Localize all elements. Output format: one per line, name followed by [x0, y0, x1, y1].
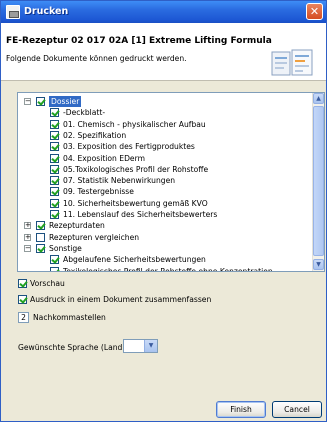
- scroll-up-button[interactable]: ▲: [313, 93, 324, 104]
- tree-item-checkbox[interactable]: [36, 243, 45, 253]
- tree-item-label: Abgelaufene Sicherheitsbewertungen: [63, 255, 206, 265]
- tree-item-checkbox[interactable]: [36, 97, 45, 106]
- tree-item-checkbox[interactable]: [50, 266, 59, 271]
- tree-item-checkbox[interactable]: [50, 108, 59, 118]
- dialog-header: FE-Rezeptur 02 017 02A [1] Extreme Lifti…: [1, 23, 326, 81]
- combine-checkbox[interactable]: [18, 295, 27, 304]
- finish-button[interactable]: Finish: [216, 401, 266, 418]
- tree-item[interactable]: 05.Toxikologisches Profil der Rohstoffe: [18, 164, 310, 175]
- title-bar[interactable]: Drucken ✕: [1, 1, 326, 23]
- tree-item-checkbox[interactable]: [36, 221, 45, 231]
- tree-item[interactable]: -Deckblatt-: [18, 107, 310, 118]
- print-dialog: Drucken ✕ FE-Rezeptur 02 017 02A [1] Ext…: [0, 0, 327, 422]
- tree-item-label: 07. Statistik Nebenwirkungen: [63, 176, 176, 186]
- tree-item-checkbox[interactable]: [50, 142, 59, 152]
- tree-item-checkbox[interactable]: [50, 176, 59, 186]
- tree-item[interactable]: 07. Statistik Nebenwirkungen: [18, 175, 310, 186]
- scroll-thumb[interactable]: [313, 106, 324, 256]
- tree-item-label: Rezepturdaten: [49, 221, 105, 231]
- tree-item-checkbox[interactable]: [36, 232, 45, 242]
- tree-item[interactable]: 09. Testergebnisse: [18, 186, 310, 197]
- document-tree[interactable]: Toxikologisches Profil der Rohstoffe ohn…: [17, 92, 325, 272]
- combine-label: Ausdruck in einem Dokument zusammenfasse…: [30, 295, 212, 304]
- tree-item[interactable]: 11. Lebenslauf des Sicherheitsbewerters: [18, 209, 310, 220]
- tree-item[interactable]: + Rezepturdaten: [18, 220, 310, 231]
- tree-item-checkbox[interactable]: [50, 153, 59, 163]
- tree-item-label: Sonstige: [49, 243, 82, 253]
- tree-item[interactable]: Abgelaufene Sicherheitsbewertungen: [18, 254, 310, 265]
- tree-item[interactable]: 03. Exposition des Fertigproduktes: [18, 141, 310, 152]
- tree-item[interactable]: 02. Spezifikation: [18, 130, 310, 141]
- tree-item[interactable]: − Dossier: [18, 96, 310, 107]
- tree-item[interactable]: 10. Sicherheitsbewertung gemäß KVO: [18, 198, 310, 209]
- tree-item-label: 05.Toxikologisches Profil der Rohstoffe: [63, 164, 209, 174]
- collapse-icon[interactable]: −: [24, 98, 31, 105]
- decimals-spinner[interactable]: 2: [18, 312, 29, 323]
- scroll-down-button[interactable]: ▼: [313, 259, 324, 270]
- tree-item[interactable]: Toxikologisches Profil der Rohstoffe ohn…: [18, 266, 310, 272]
- cancel-button[interactable]: Cancel: [272, 401, 322, 418]
- tree-item-label: Toxikologisches Profil der Rohstoffe ohn…: [63, 266, 273, 272]
- tree-scrollbar[interactable]: ▲ ▼: [312, 93, 324, 271]
- expand-icon[interactable]: +: [24, 222, 31, 230]
- preview-label: Vorschau: [30, 279, 65, 288]
- header-description: Folgende Dokumente können gedruckt werde…: [6, 54, 187, 63]
- tree-item-label: Rezepturen vergleichen: [49, 232, 140, 242]
- tree-item-checkbox[interactable]: [50, 164, 59, 174]
- window-title: Drucken: [24, 6, 69, 17]
- tree-item-label: -Deckblatt-: [63, 108, 106, 118]
- tree-item-label: 09. Testergebnisse: [63, 187, 134, 197]
- language-select[interactable]: ▼: [123, 339, 158, 353]
- tree-item-checkbox[interactable]: [50, 130, 59, 140]
- preview-checkbox[interactable]: [18, 279, 27, 288]
- expand-icon[interactable]: +: [24, 233, 31, 241]
- tree-item-label: 10. Sicherheitsbewertung gemäß KVO: [63, 198, 208, 208]
- tree-item-label: 01. Chemisch - physikalischer Aufbau: [63, 119, 206, 129]
- tree-item-label: 04. Exposition EDerm: [63, 153, 145, 163]
- tree-item-checkbox[interactable]: [50, 119, 59, 129]
- tree-item-label: 02. Spezifikation: [63, 130, 127, 140]
- close-button[interactable]: ✕: [306, 3, 323, 20]
- tree-item[interactable]: 01. Chemisch - physikalischer Aufbau: [18, 119, 310, 130]
- language-label: Gewünschte Sprache (Land): [18, 343, 126, 352]
- tree-item-label: 03. Exposition des Fertigproduktes: [63, 142, 195, 152]
- chevron-down-icon[interactable]: ▼: [144, 340, 157, 352]
- documents-icon: [271, 49, 313, 76]
- tree-item[interactable]: 04. Exposition EDerm: [18, 153, 310, 164]
- tree-item-checkbox[interactable]: [50, 198, 59, 208]
- printer-icon: [6, 5, 20, 19]
- collapse-icon[interactable]: −: [24, 244, 31, 252]
- decimals-label: Nachkommastellen: [33, 313, 106, 322]
- tree-item-label: Dossier: [49, 96, 82, 107]
- tree-item[interactable]: + Rezepturen vergleichen: [18, 232, 310, 243]
- tree-item[interactable]: − Sonstige: [18, 243, 310, 254]
- tree-item-checkbox[interactable]: [50, 210, 59, 219]
- header-title: FE-Rezeptur 02 017 02A [1] Extreme Lifti…: [6, 36, 272, 46]
- tree-item-checkbox[interactable]: [50, 187, 59, 197]
- tree-item-checkbox[interactable]: [50, 255, 59, 265]
- tree-item-label: 11. Lebenslauf des Sicherheitsbewerters: [63, 210, 218, 219]
